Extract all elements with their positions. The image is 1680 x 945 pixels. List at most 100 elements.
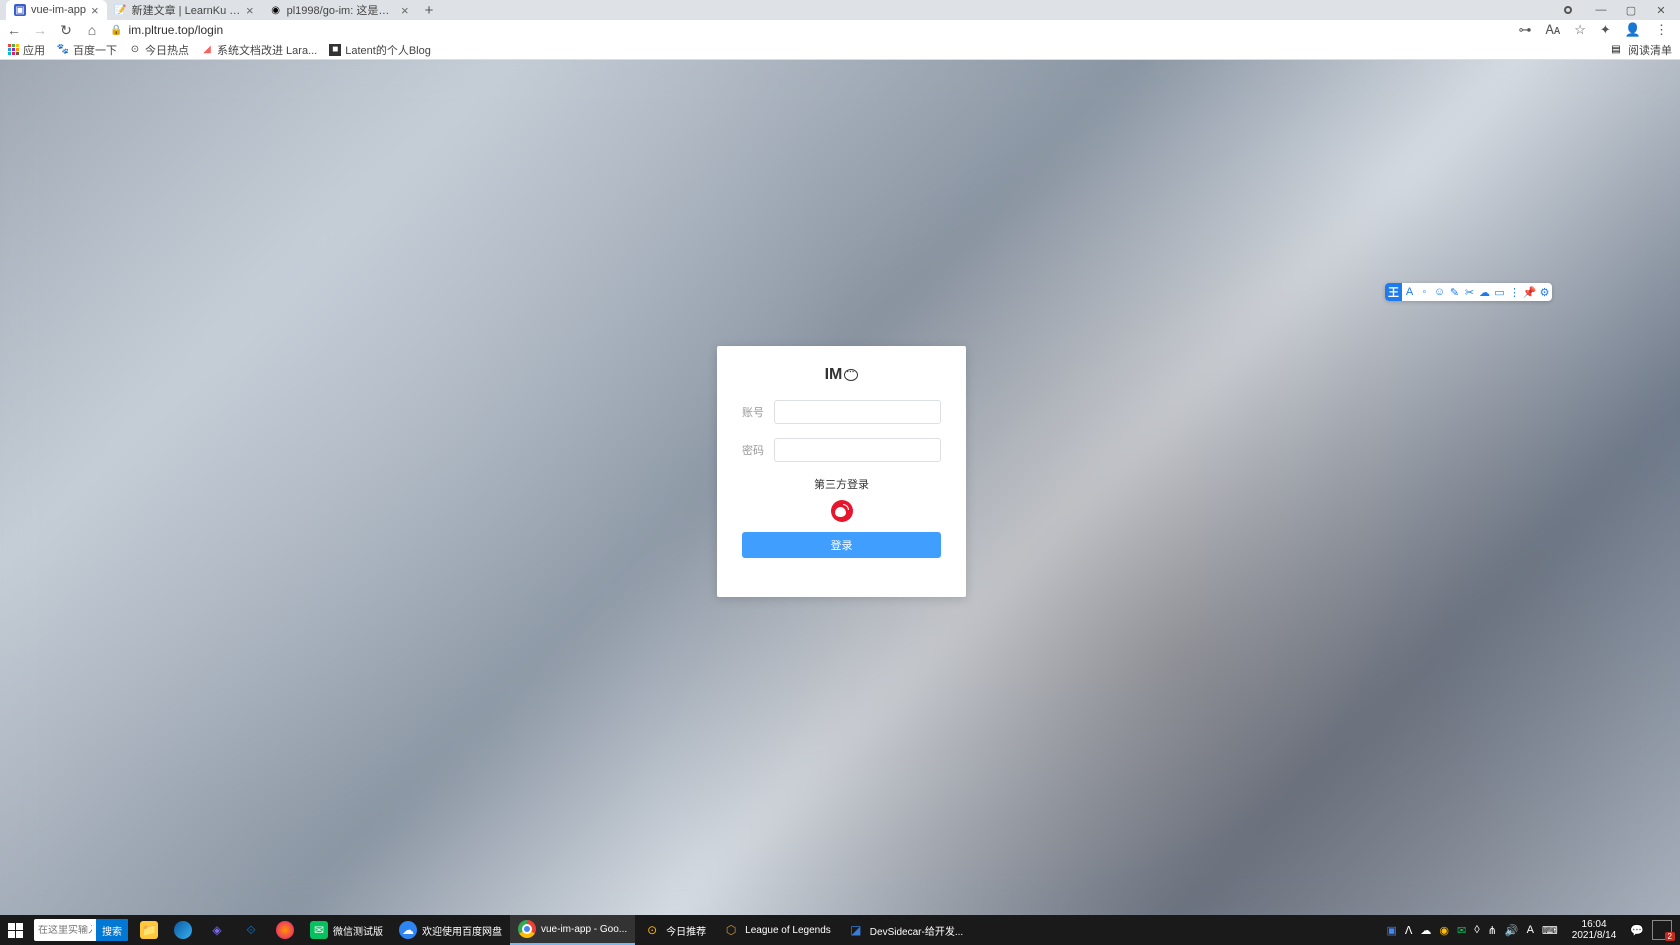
favicon-learnku: 📝: [115, 4, 127, 16]
tab-vue-im-app[interactable]: ▣ vue-im-app ×: [6, 0, 107, 20]
laravel-icon: ◢: [201, 44, 213, 56]
taskbar-search-input[interactable]: [34, 925, 96, 936]
task-firefox[interactable]: [268, 915, 302, 945]
annot-card-icon[interactable]: ▭: [1492, 283, 1507, 301]
tray-app2-icon[interactable]: ◊: [1474, 924, 1479, 936]
annot-highlight-icon[interactable]: ◦: [1417, 283, 1432, 301]
browser-chrome: ▣ vue-im-app × 📝 新建文章 | LearnKu 终身编程者...…: [0, 0, 1680, 60]
password-label: 密码: [742, 442, 766, 458]
tray-ime-icon[interactable]: A: [1527, 924, 1534, 936]
task-wechat[interactable]: ✉ 微信测试版: [302, 915, 391, 945]
maximize-button[interactable]: ▢: [1616, 0, 1646, 20]
weibo-login-button[interactable]: [831, 500, 853, 522]
tray-wechat-icon[interactable]: ✉: [1457, 924, 1466, 937]
task-edge[interactable]: [166, 915, 200, 945]
back-button[interactable]: ←: [6, 22, 22, 38]
task-lol[interactable]: ⬡ League of Legends: [714, 915, 839, 945]
annot-text-icon[interactable]: A: [1402, 283, 1417, 301]
url-field[interactable]: 🔒 im.pltrue.top/login: [110, 23, 1509, 37]
reading-list-icon: ▤: [1610, 44, 1622, 56]
task-label: League of Legends: [745, 925, 831, 936]
hotnews-icon: ⊙: [129, 44, 141, 56]
windows-icon: [8, 923, 23, 938]
favicon-github: ◉: [270, 4, 282, 16]
home-button[interactable]: ⌂: [84, 22, 100, 38]
reading-list-label[interactable]: 阅读清单: [1628, 42, 1672, 58]
annot-scissors-icon[interactable]: ✂: [1462, 283, 1477, 301]
username-input[interactable]: [774, 400, 941, 424]
reload-button[interactable]: ↻: [58, 22, 74, 39]
key-icon[interactable]: ⊶: [1519, 22, 1532, 38]
bookmark-blog[interactable]: ■ Latent的个人Blog: [329, 42, 431, 58]
task-recommend[interactable]: ⊙ 今日推荐: [635, 915, 714, 945]
extensions-icon[interactable]: ✦: [1600, 22, 1611, 38]
task-app1[interactable]: ◈: [200, 915, 234, 945]
menu-icon[interactable]: ⋮: [1655, 22, 1668, 38]
task-label: 欢迎使用百度网盘: [422, 923, 502, 938]
annot-smile-icon[interactable]: ☺: [1432, 283, 1447, 301]
bookmark-laravel[interactable]: ◢ 系统文档改进 Lara...: [201, 42, 317, 58]
third-party-label: 第三方登录: [742, 476, 941, 492]
bookmark-bar: 应用 🐾 百度一下 ⊙ 今日热点 ◢ 系统文档改进 Lara... ■ Late…: [0, 40, 1680, 60]
bm-label: Latent的个人Blog: [345, 42, 431, 58]
app-logo: IM: [742, 366, 941, 384]
bookmark-right: ▤ 阅读清单: [1610, 42, 1672, 58]
close-window-button[interactable]: ✕: [1646, 0, 1676, 20]
taskbar-search[interactable]: 搜索: [34, 919, 128, 941]
minimize-button[interactable]: —: [1586, 0, 1616, 20]
page-content: IM 账号 密码 第三方登录 登录 王 A ◦ ☺ ✎ ✂ ☁ ▭ ⋮ 📌 ⚙: [0, 60, 1680, 915]
tray-chat-icon[interactable]: 💬: [1630, 924, 1644, 937]
tray-keyboard-icon[interactable]: ⌨: [1542, 924, 1558, 937]
task-label: 微信测试版: [333, 923, 383, 938]
translate-icon[interactable]: 🗛: [1546, 22, 1561, 38]
task-explorer[interactable]: 📁: [132, 915, 166, 945]
bookmark-hotnews[interactable]: ⊙ 今日热点: [129, 42, 189, 58]
notification-center[interactable]: 2: [1652, 920, 1672, 940]
task-baidu-pan[interactable]: ☁ 欢迎使用百度网盘: [391, 915, 510, 945]
bookmark-baidu[interactable]: 🐾 百度一下: [57, 42, 117, 58]
chat-bubble-icon: [844, 369, 858, 381]
vscode-icon: ⟐: [242, 921, 260, 939]
apps-icon: [8, 44, 19, 55]
address-bar: ← → ↻ ⌂ 🔒 im.pltrue.top/login ⊶ 🗛 ☆ ✦ 👤 …: [0, 20, 1680, 40]
star-icon[interactable]: ☆: [1574, 22, 1586, 38]
task-devsidecar[interactable]: ◪ DevSidecar-给开发...: [839, 915, 971, 945]
login-button[interactable]: 登录: [742, 532, 941, 558]
taskbar-search-button[interactable]: 搜索: [96, 919, 128, 941]
password-input[interactable]: [774, 438, 941, 462]
annot-settings-icon[interactable]: ⚙: [1537, 283, 1552, 301]
start-button[interactable]: [0, 915, 30, 945]
close-icon[interactable]: ×: [91, 3, 99, 18]
tray-chevron-icon[interactable]: ᐱ: [1405, 924, 1413, 937]
close-icon[interactable]: ×: [401, 3, 409, 18]
forward-button[interactable]: →: [32, 22, 48, 38]
annot-cloud-icon[interactable]: ☁: [1477, 283, 1492, 301]
profile-icon[interactable]: 👤: [1625, 22, 1641, 38]
clock-time: 16:04: [1572, 919, 1617, 930]
tab-title: 新建文章 | LearnKu 终身编程者...: [132, 2, 241, 18]
task-chrome[interactable]: vue-im-app - Goo...: [510, 915, 635, 945]
tray-app1-icon[interactable]: ▣: [1386, 924, 1396, 937]
favicon-vue: ▣: [14, 4, 26, 16]
annot-main-button[interactable]: 王: [1385, 283, 1402, 301]
firefox-icon: [276, 921, 294, 939]
baidu-icon: 🐾: [57, 44, 69, 56]
devsidecar-icon: ◪: [847, 921, 865, 939]
annot-pin-icon[interactable]: 📌: [1522, 283, 1537, 301]
task-vscode[interactable]: ⟐: [234, 915, 268, 945]
new-tab-button[interactable]: +: [417, 2, 442, 19]
annot-pencil-icon[interactable]: ✎: [1447, 283, 1462, 301]
tray-volume-icon[interactable]: 🔊: [1505, 924, 1519, 937]
tab-github[interactable]: ◉ pl1998/go-im: 这是一个golan... ×: [262, 0, 417, 20]
apps-button[interactable]: 应用: [8, 42, 45, 58]
bm-label: 今日热点: [145, 42, 189, 58]
tray-wifi-icon[interactable]: ⋔: [1488, 924, 1497, 937]
clock[interactable]: 16:04 2021/8/14: [1566, 919, 1623, 941]
record-icon[interactable]: [1564, 6, 1572, 14]
close-icon[interactable]: ×: [246, 3, 254, 18]
tray-cloud-icon[interactable]: ☁: [1420, 924, 1431, 937]
tab-learnku[interactable]: 📝 新建文章 | LearnKu 终身编程者... ×: [107, 0, 262, 20]
baidupan-icon: ☁: [399, 921, 417, 939]
annot-more-icon[interactable]: ⋮: [1507, 283, 1522, 301]
tray-chrome-icon[interactable]: ◉: [1439, 924, 1449, 937]
